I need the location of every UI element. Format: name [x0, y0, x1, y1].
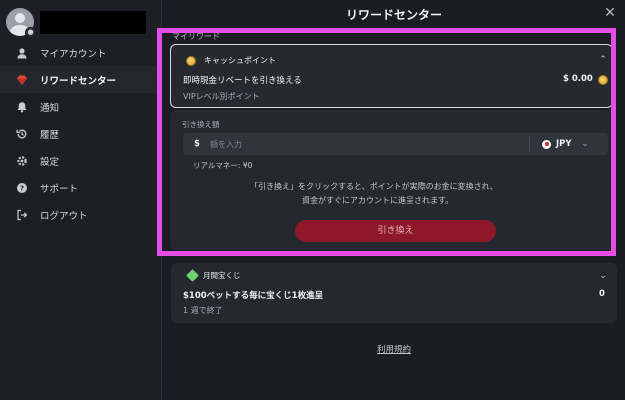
sidebar-item-label: ログアウト	[40, 210, 88, 222]
lottery-count: 0	[599, 289, 605, 299]
history-icon	[16, 128, 28, 140]
sidebar-item-support[interactable]: ? サポート	[0, 174, 162, 201]
profile[interactable]: ●	[6, 8, 156, 38]
page-title: リワードセンター	[345, 8, 442, 22]
lottery-title: 月間宝くじ	[203, 271, 241, 280]
sidebar-item-my-account[interactable]: マイアカウント	[0, 39, 162, 66]
username-redacted	[40, 11, 146, 34]
sidebar-item-reward-center[interactable]: リワードセンター	[0, 66, 162, 93]
sidebar: ● マイアカウント リワードセンター 通知 履歴 設定 ? サポート ログアウト	[0, 0, 162, 400]
lottery-card[interactable]: 月間宝くじ ⌄ $100ベットする毎に宝くじ1枚進呈 0 1 週で終了	[171, 263, 617, 323]
lottery-ends: 1 週で終了	[183, 306, 223, 315]
sidebar-item-label: マイアカウント	[40, 48, 107, 60]
sidebar-item-label: 通知	[40, 102, 60, 114]
sidebar-item-logout[interactable]: ログアウト	[0, 201, 162, 228]
user-icon	[16, 47, 28, 59]
lottery-icon	[186, 269, 199, 282]
logout-icon	[16, 209, 28, 221]
bell-icon	[16, 101, 28, 113]
sidebar-item-notifications[interactable]: 通知	[0, 93, 162, 120]
sidebar-item-label: リワードセンター	[40, 75, 117, 87]
terms-link[interactable]: 利用規約	[163, 343, 625, 355]
sidebar-item-settings[interactable]: 設定	[0, 147, 162, 174]
close-icon[interactable]: ✕	[603, 6, 617, 20]
sidebar-item-history[interactable]: 履歴	[0, 120, 162, 147]
camera-icon[interactable]: ●	[25, 27, 36, 38]
svg-text:?: ?	[20, 184, 24, 192]
sidebar-item-label: 設定	[40, 156, 60, 168]
sidebar-item-label: サポート	[40, 183, 79, 195]
gem-icon	[16, 74, 28, 86]
highlight-frame	[157, 28, 616, 256]
chevron-down-icon[interactable]: ⌄	[599, 272, 607, 281]
help-icon: ?	[16, 182, 28, 194]
sidebar-nav: マイアカウント リワードセンター 通知 履歴 設定 ? サポート ログアウト	[0, 39, 162, 228]
sidebar-item-label: 履歴	[40, 129, 60, 141]
lottery-description: $100ベットする毎に宝くじ1枚進呈	[183, 291, 324, 301]
gear-icon	[16, 155, 28, 167]
